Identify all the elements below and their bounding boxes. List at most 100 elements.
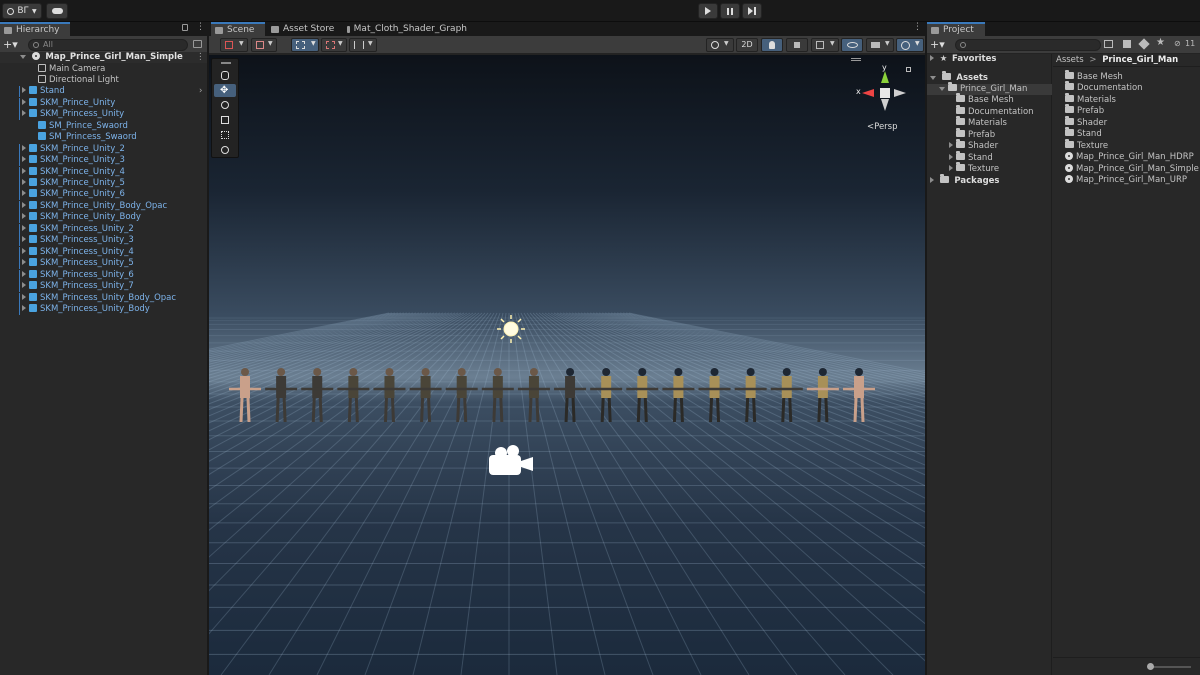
effects-dropdown[interactable]: ▼ <box>811 38 839 52</box>
expand-arrow-icon[interactable] <box>22 224 26 231</box>
hierarchy-item[interactable]: SKM_Princess_Unity_Body <box>0 303 207 315</box>
hierarchy-item[interactable]: SKM_Prince_Unity_3 <box>0 155 207 167</box>
project-search-input[interactable] <box>955 39 1101 51</box>
kebab-menu-icon[interactable]: ⋮ <box>196 52 205 63</box>
favorites-row[interactable]: ★ Favorites <box>930 54 996 65</box>
expand-arrow-icon[interactable] <box>22 110 26 117</box>
y-axis-cone[interactable] <box>881 71 889 83</box>
character-model[interactable] <box>843 368 875 423</box>
folder-item[interactable]: Shader <box>1065 115 1107 129</box>
grid-snap-dropdown[interactable]: ▼ <box>291 38 319 52</box>
camera-mode-dropdown[interactable]: ▼ <box>706 38 734 52</box>
assets-row[interactable]: Assets <box>930 71 988 84</box>
hierarchy-item[interactable]: SKM_Princess_Unity <box>0 109 207 121</box>
render-mode-dropdown[interactable]: ▼ <box>251 38 277 52</box>
folder-item[interactable]: Documentation <box>1065 81 1143 94</box>
tree-folder-row[interactable]: Documentation <box>949 104 1034 118</box>
cloud-button[interactable] <box>46 3 68 19</box>
folder-item[interactable]: Base Mesh <box>1065 70 1123 83</box>
kebab-menu-icon[interactable]: ⋮ <box>913 22 922 32</box>
hierarchy-item[interactable]: Directional Light <box>0 74 207 86</box>
hierarchy-item[interactable]: SKM_Prince_Unity_Body_Opac <box>0 200 207 212</box>
overlay-menu-icon[interactable] <box>851 58 861 61</box>
expand-arrow-icon[interactable] <box>22 167 26 174</box>
expand-arrow-icon[interactable] <box>22 293 26 300</box>
draw-mode-dropdown[interactable]: ▼ <box>220 38 248 52</box>
tab-shader-graph[interactable]: Mat_Cloth_Shader_Graph <box>343 22 473 36</box>
lighting-toggle[interactable] <box>761 38 783 52</box>
expand-arrow-icon[interactable] <box>22 201 26 208</box>
hierarchy-item[interactable]: SKM_Prince_Unity_6 <box>0 189 207 201</box>
star-icon[interactable]: ★ <box>1156 37 1165 48</box>
breadcrumb-root[interactable]: Assets <box>1056 55 1084 65</box>
expand-arrow-icon[interactable] <box>22 282 26 289</box>
lock-icon[interactable] <box>182 24 188 31</box>
audio-toggle[interactable] <box>786 38 808 52</box>
character-model[interactable] <box>554 368 587 423</box>
hierarchy-item[interactable]: SKM_Princess_Unity_2 <box>0 223 207 235</box>
tab-asset-store[interactable]: Asset Store <box>267 22 345 36</box>
expand-arrow-icon[interactable] <box>949 142 953 149</box>
expand-arrow-icon[interactable] <box>22 190 26 197</box>
expand-arrow-icon[interactable] <box>22 259 26 266</box>
neg-x-axis-cone[interactable] <box>894 89 906 97</box>
expand-arrow-icon[interactable] <box>22 156 26 163</box>
toggle-2d-button[interactable]: 2D <box>736 38 758 52</box>
add-button[interactable]: +▾ <box>930 38 945 51</box>
scene-camera-dropdown[interactable]: ▼ <box>866 38 894 52</box>
hierarchy-item[interactable]: SKM_Princess_Unity_7 <box>0 281 207 293</box>
hidden-packages-icon[interactable]: ⊘ <box>1174 39 1181 48</box>
expand-arrow-icon[interactable] <box>22 247 26 254</box>
tree-folder-row[interactable]: Prince_Girl_Man <box>927 82 1052 96</box>
transform-tool[interactable] <box>214 144 236 157</box>
expand-arrow-icon[interactable] <box>930 55 934 61</box>
hierarchy-item[interactable]: SKM_Prince_Unity_2 <box>0 143 207 155</box>
hierarchy-item[interactable]: SKM_Prince_Unity_5 <box>0 178 207 189</box>
expand-arrow-icon[interactable] <box>949 153 953 160</box>
hierarchy-item[interactable]: SKM_Princess_Unity_4 <box>0 246 207 258</box>
search-options-icon[interactable] <box>193 40 202 48</box>
search-type-icon[interactable] <box>1104 40 1113 48</box>
palette-handle[interactable] <box>221 62 231 64</box>
align-dropdown[interactable]: ▼ <box>349 38 377 52</box>
search-input[interactable]: All <box>28 39 188 51</box>
kebab-menu-icon[interactable]: ⋮ <box>196 22 205 32</box>
hierarchy-item[interactable]: SKM_Princess_Unity_6 <box>0 269 207 281</box>
breadcrumb-leaf[interactable]: Prince_Girl_Man <box>1102 55 1178 65</box>
hierarchy-item[interactable]: SM_Princess_Swaord <box>0 132 207 143</box>
add-button[interactable]: +▾ <box>3 38 18 51</box>
scene-asset-item[interactable]: Map_Prince_Girl_Man_URP <box>1065 175 1187 186</box>
expand-arrow-icon[interactable] <box>939 87 945 91</box>
expand-arrow-icon[interactable] <box>949 165 953 172</box>
character-model[interactable] <box>409 368 442 423</box>
rotate-tool[interactable] <box>214 99 236 112</box>
hierarchy-item[interactable]: SKM_Prince_Unity_Body <box>0 212 207 224</box>
hierarchy-item[interactable]: SKM_Prince_Unity <box>0 97 207 109</box>
folder-item[interactable]: Stand <box>1065 127 1102 140</box>
folder-item[interactable]: Prefab <box>1065 104 1104 117</box>
filter-type-icon[interactable] <box>1123 40 1131 48</box>
scene-viewport[interactable]: y x <Persp <box>209 55 925 675</box>
scale-tool[interactable] <box>214 114 236 127</box>
expand-arrow-icon[interactable] <box>22 213 26 220</box>
hierarchy-item[interactable]: SKM_Princess_Unity_Body_Opac <box>0 292 207 304</box>
character-model[interactable] <box>517 368 550 423</box>
expand-arrow-icon[interactable] <box>930 177 934 183</box>
gizmos-dropdown[interactable]: ▼ <box>896 38 924 52</box>
snap-increment-dropdown[interactable]: ▼ <box>321 38 347 52</box>
hierarchy-item[interactable]: Main Camera <box>0 63 207 75</box>
folder-item[interactable]: Materials <box>1065 92 1116 106</box>
tab-hierarchy[interactable]: Hierarchy <box>0 22 70 36</box>
lock-icon[interactable] <box>906 67 911 72</box>
persp-label[interactable]: <Persp <box>867 122 898 132</box>
expand-arrow-icon[interactable] <box>20 55 26 59</box>
pause-button[interactable] <box>720 3 740 19</box>
label-icon[interactable] <box>1138 38 1150 50</box>
scene-asset-item[interactable]: Map_Prince_Girl_Man_HDRP <box>1065 152 1194 163</box>
hierarchy-item[interactable]: SM_Prince_Swaord <box>0 120 207 132</box>
orientation-gizmo[interactable]: y x <box>854 63 914 127</box>
folder-item[interactable]: Texture <box>1065 138 1108 152</box>
zoom-slider-track[interactable] <box>1149 666 1191 668</box>
main-camera-gizmo[interactable] <box>489 445 533 475</box>
zoom-slider-thumb[interactable] <box>1147 663 1154 670</box>
